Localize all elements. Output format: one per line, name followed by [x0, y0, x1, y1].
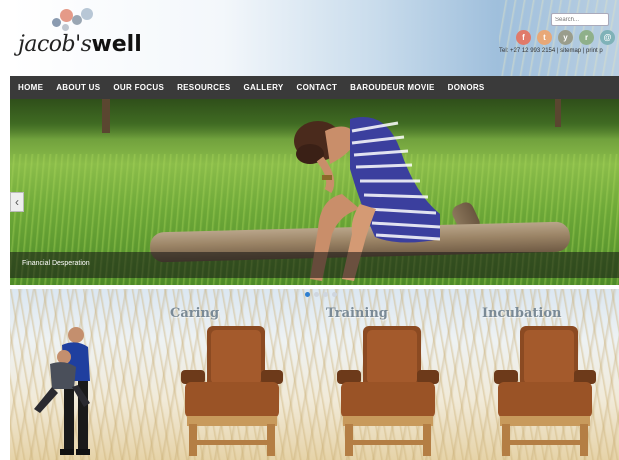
rss-icon[interactable]: r: [579, 30, 594, 45]
slider-dot[interactable]: [323, 292, 328, 297]
twitter-icon[interactable]: t: [537, 30, 552, 45]
piggyback-people-figure: [34, 327, 90, 455]
nav-item-our-focus[interactable]: OUR FOCUS: [113, 83, 164, 92]
site-logo[interactable]: jacob'swell: [16, 6, 166, 66]
nav-item-gallery[interactable]: GALLERY: [243, 83, 283, 92]
slide-caption-bar: Financial Desperation: [10, 252, 619, 278]
leather-chair-image: [181, 326, 283, 456]
main-navigation: HOME ABOUT US OUR FOCUS RESOURCES GALLER…: [10, 76, 619, 99]
email-icon[interactable]: @: [600, 30, 615, 45]
training-label: Training: [326, 306, 388, 321]
social-icons: f t y r @: [516, 30, 615, 46]
slider-pagination: [305, 292, 337, 297]
sitemap-link[interactable]: sitemap: [560, 48, 581, 54]
logo-script-text: jacob's: [18, 32, 92, 57]
print-link[interactable]: print p: [586, 48, 603, 54]
incubation-label: Incubation: [482, 306, 562, 321]
facebook-icon[interactable]: f: [516, 30, 531, 45]
nav-item-resources[interactable]: RESOURCES: [177, 83, 230, 92]
nav-item-about-us[interactable]: ABOUT US: [56, 83, 100, 92]
hero-slider[interactable]: Financial Desperation ‹: [10, 99, 619, 285]
telephone-text: Tel: +27 12 993 2154: [499, 48, 556, 54]
tree-trunk: [555, 99, 561, 127]
slider-dot[interactable]: [314, 292, 319, 297]
leather-chair-image: [337, 326, 439, 456]
youtube-icon[interactable]: y: [558, 30, 573, 45]
slider-prev-icon[interactable]: ‹: [10, 192, 24, 212]
nav-item-donors[interactable]: DONORS: [448, 83, 485, 92]
nav-item-home[interactable]: HOME: [18, 83, 43, 92]
slide-caption: Financial Desperation: [22, 260, 90, 267]
search-input[interactable]: [551, 13, 609, 26]
nav-item-baroudeur-movie[interactable]: BAROUDEUR MOVIE: [350, 83, 435, 92]
caring-label: Caring: [170, 306, 220, 321]
nav-item-contact[interactable]: CONTACT: [297, 83, 338, 92]
services-banner: Caring Training Incubation: [10, 289, 619, 460]
leather-chair-image: [494, 326, 596, 456]
slider-dot[interactable]: [332, 292, 337, 297]
header-contact-line: Tel: +27 12 993 2154 | sitemap | print p: [499, 48, 603, 54]
slider-dot[interactable]: [305, 292, 310, 297]
tree-trunk: [102, 99, 110, 133]
logo-bold-text: well: [91, 32, 142, 57]
